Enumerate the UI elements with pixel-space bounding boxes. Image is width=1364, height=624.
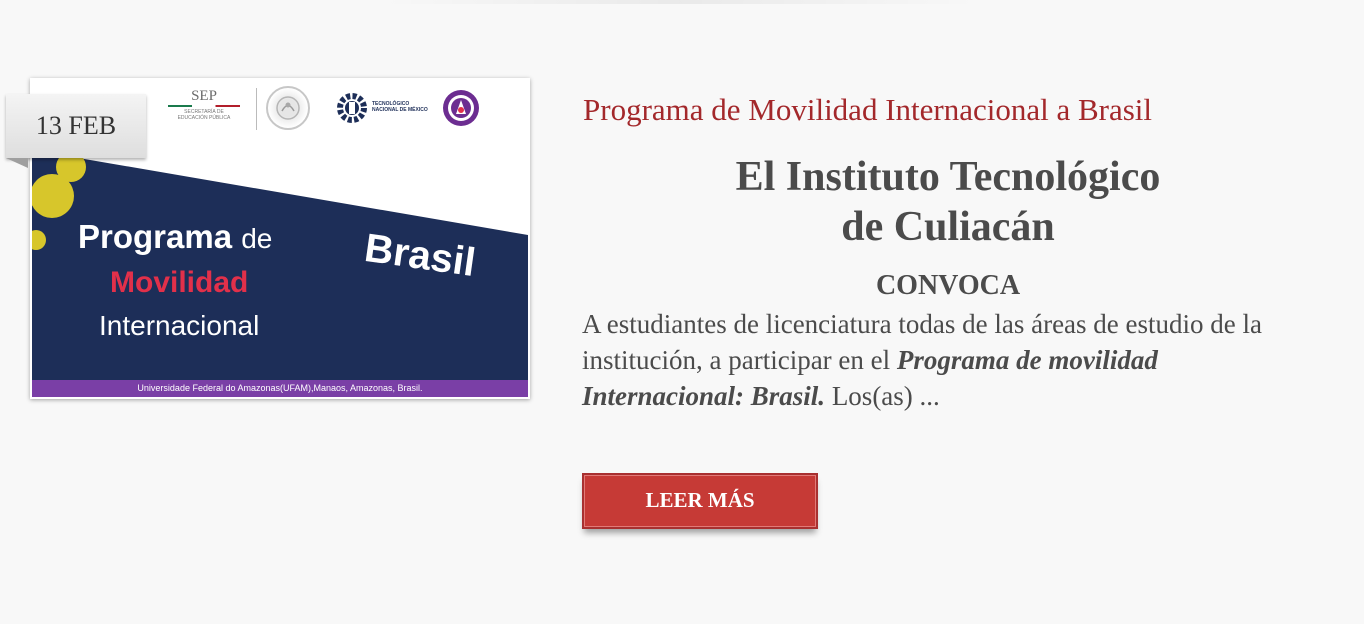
logo-divider (256, 88, 257, 130)
sep-logo-rule (168, 105, 240, 107)
banner-line-movilidad: Movilidad (110, 266, 249, 299)
sep-logo-title: SEP (191, 88, 217, 104)
banner-footer-text: Universidade Federal do Amazonas(UFAM),M… (137, 383, 423, 393)
headline-line2: de Culiacán (841, 204, 1055, 250)
date-badge-fold (6, 158, 28, 168)
mexican-coat-of-arms-icon (266, 86, 310, 130)
convoca-heading: CONVOCA (875, 270, 1021, 301)
gear-logo-icon (337, 93, 367, 123)
headline-line1: El Instituto Tecnológico (735, 154, 1161, 200)
post-headline: El Instituto Tecnológico de Culiacán (583, 152, 1313, 252)
sep-logo: SEP SECRETARÍA DE EDUCACIÓN PÚBLICA (162, 88, 246, 128)
itc-logo-icon (442, 89, 480, 127)
top-divider (380, 0, 980, 4)
decor-dot (32, 174, 74, 218)
tecnm-logo-text: TECNOLÓGICO NACIONAL DE MÉXICO (372, 101, 428, 113)
post-excerpt: A estudiantes de licenciatura todas de l… (582, 306, 1322, 414)
post-date: 13 FEB (35, 111, 117, 140)
banner-line-internacional: Internacional (99, 310, 260, 341)
read-more-button[interactable]: LEER MÁS (582, 473, 818, 529)
banner-line-programa: Programa de (78, 218, 273, 255)
post-title-link[interactable]: Programa de Movilidad Internacional a Br… (583, 92, 1152, 128)
tecnm-logo: TECNOLÓGICO NACIONAL DE MÉXICO (336, 88, 436, 128)
tecnm-line2: NACIONAL DE MÉXICO (372, 107, 428, 113)
excerpt-ellipsis: Los(as) ... (825, 381, 940, 411)
sep-logo-sub2: EDUCACIÓN PÚBLICA (177, 115, 231, 121)
